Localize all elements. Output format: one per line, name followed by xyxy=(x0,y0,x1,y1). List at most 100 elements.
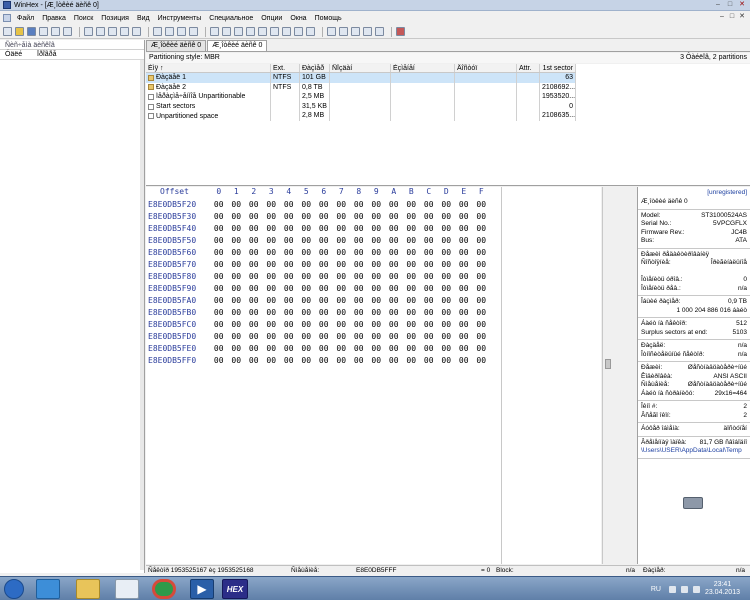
hex-byte[interactable]: 00 xyxy=(263,235,281,247)
hex-byte[interactable]: 00 xyxy=(210,355,228,367)
hex-row[interactable]: E8E0DB5F20 00 00 00 00 00 00 00 00 00 00 00 00 00 00 00… xyxy=(146,199,490,211)
paste-special-icon[interactable] xyxy=(132,27,141,36)
hex-byte[interactable]: 00 xyxy=(315,331,333,343)
hex-byte[interactable]: 00 xyxy=(368,271,386,283)
hex-byte[interactable]: 00 xyxy=(385,199,403,211)
hex-byte[interactable]: 00 xyxy=(350,271,368,283)
hex-byte[interactable]: 00 xyxy=(280,259,298,271)
hex-byte[interactable]: 00 xyxy=(228,355,246,367)
hex-byte[interactable]: 00 xyxy=(333,355,351,367)
hex-byte[interactable]: 00 xyxy=(368,223,386,235)
tab-disk-0[interactable]: Æ¸îòêèé äèñê 0 xyxy=(146,40,207,51)
hex-byte[interactable]: 00 xyxy=(210,259,228,271)
column-name[interactable]: Èìÿ ↑ xyxy=(146,64,271,72)
hex-row[interactable]: E8E0DB5FD0 00 00 00 00 00 00 00 00 00 00 00 00 00 00 00… xyxy=(146,331,490,343)
help-book-icon[interactable] xyxy=(396,27,405,36)
hex-row[interactable]: E8E0DB5F90 00 00 00 00 00 00 00 00 00 00 00 00 00 00 00… xyxy=(146,283,490,295)
hex-byte[interactable]: 00 xyxy=(245,331,263,343)
hex-byte[interactable]: 00 xyxy=(403,283,421,295)
hex-byte[interactable]: 00 xyxy=(403,235,421,247)
hex-byte[interactable]: 00 xyxy=(438,331,456,343)
hex-byte[interactable]: 00 xyxy=(403,199,421,211)
goto-sector-icon[interactable] xyxy=(246,27,255,36)
column-first-sector[interactable]: 1st sector xyxy=(540,64,576,72)
hex-byte[interactable]: 00 xyxy=(455,211,473,223)
menu-item[interactable]: Позиция xyxy=(97,15,133,22)
hex-byte[interactable]: 00 xyxy=(438,271,456,283)
hex-byte[interactable]: 00 xyxy=(315,283,333,295)
hex-byte[interactable]: 00 xyxy=(333,199,351,211)
hex-row[interactable]: E8E0DB5F30 00 00 00 00 00 00 00 00 00 00 00 00 00 00 00… xyxy=(146,211,490,223)
last-sector-icon[interactable] xyxy=(375,27,384,36)
hex-byte[interactable]: 00 xyxy=(385,283,403,295)
hex-byte[interactable]: 00 xyxy=(438,319,456,331)
hex-byte[interactable]: 00 xyxy=(280,223,298,235)
hex-byte[interactable]: 00 xyxy=(245,307,263,319)
hex-byte[interactable]: 00 xyxy=(455,235,473,247)
menu-item[interactable]: Опции xyxy=(257,15,286,22)
hex-byte[interactable]: 00 xyxy=(438,211,456,223)
find-hex-icon[interactable] xyxy=(165,27,174,36)
hex-byte[interactable]: 00 xyxy=(420,247,438,259)
next-arrow-icon[interactable] xyxy=(351,27,360,36)
hex-byte[interactable]: 00 xyxy=(263,343,281,355)
hex-byte[interactable]: 00 xyxy=(228,223,246,235)
hex-byte[interactable]: 00 xyxy=(263,331,281,343)
back-icon[interactable] xyxy=(222,27,231,36)
menu-item[interactable]: Инструменты xyxy=(154,15,206,22)
hex-byte[interactable]: 00 xyxy=(368,355,386,367)
hex-byte[interactable]: 00 xyxy=(368,295,386,307)
hex-byte[interactable]: 00 xyxy=(385,223,403,235)
hex-byte[interactable]: 00 xyxy=(385,211,403,223)
hex-byte[interactable]: 00 xyxy=(315,211,333,223)
hex-byte[interactable]: 00 xyxy=(263,283,281,295)
hex-byte[interactable]: 00 xyxy=(298,295,316,307)
menu-item[interactable]: Окна xyxy=(286,15,310,22)
hex-row[interactable]: E8E0DB5FA0 00 00 00 00 00 00 00 00 00 00 00 00 00 00 00… xyxy=(146,295,490,307)
hex-byte[interactable]: 00 xyxy=(385,343,403,355)
start-button[interactable] xyxy=(4,579,24,599)
hex-byte[interactable]: 00 xyxy=(298,235,316,247)
hex-byte[interactable]: 00 xyxy=(455,331,473,343)
menu-item[interactable]: Специальное xyxy=(205,15,257,22)
hex-byte[interactable]: 00 xyxy=(403,223,421,235)
search-icon[interactable] xyxy=(294,27,303,36)
hex-byte[interactable]: 00 xyxy=(298,355,316,367)
hex-byte[interactable]: 00 xyxy=(368,319,386,331)
hex-row[interactable]: E8E0DB5F60 00 00 00 00 00 00 00 00 00 00 00 00 00 00 00… xyxy=(146,247,490,259)
hex-row[interactable]: E8E0DB5FB0 00 00 00 00 00 00 00 00 00 00 00 00 00 00 00… xyxy=(146,307,490,319)
hex-byte[interactable]: 00 xyxy=(368,247,386,259)
hex-byte[interactable]: 00 xyxy=(333,271,351,283)
hex-byte[interactable]: 00 xyxy=(280,343,298,355)
hex-byte[interactable]: 00 xyxy=(473,319,491,331)
column-header[interactable]: Óäëé xyxy=(0,50,32,59)
hex-byte[interactable]: 00 xyxy=(455,343,473,355)
hex-byte[interactable]: 00 xyxy=(420,307,438,319)
hex-byte[interactable]: 00 xyxy=(333,235,351,247)
hex-byte[interactable]: 00 xyxy=(333,223,351,235)
ram-editor-icon[interactable] xyxy=(282,27,291,36)
hex-byte[interactable]: 00 xyxy=(228,199,246,211)
forward-icon[interactable] xyxy=(234,27,243,36)
hex-byte[interactable]: 00 xyxy=(385,235,403,247)
hex-byte[interactable]: 00 xyxy=(350,331,368,343)
hex-byte[interactable]: 00 xyxy=(210,223,228,235)
scrollbar-thumb[interactable] xyxy=(605,359,611,369)
hex-byte[interactable]: 00 xyxy=(245,199,263,211)
hex-byte[interactable]: 00 xyxy=(245,295,263,307)
column-created[interactable]: Ñîçäàí xyxy=(330,64,391,72)
calculator-icon[interactable] xyxy=(306,27,315,36)
hex-rows[interactable]: E8E0DB5F20 00 00 00 00 00 00 00 00 00 00 00 00 00 00 00… xyxy=(146,199,490,367)
hex-byte[interactable]: 00 xyxy=(280,271,298,283)
hex-byte[interactable]: 00 xyxy=(245,355,263,367)
hex-byte[interactable]: 00 xyxy=(263,199,281,211)
hex-byte[interactable]: 00 xyxy=(368,211,386,223)
hex-byte[interactable]: 00 xyxy=(228,283,246,295)
hex-byte[interactable]: 00 xyxy=(368,235,386,247)
hex-byte[interactable]: 00 xyxy=(263,211,281,223)
hex-byte[interactable]: 00 xyxy=(420,199,438,211)
hex-byte[interactable]: 00 xyxy=(438,355,456,367)
hex-byte[interactable]: 00 xyxy=(438,283,456,295)
hex-byte[interactable]: 00 xyxy=(245,271,263,283)
first-sector-icon[interactable] xyxy=(363,27,372,36)
